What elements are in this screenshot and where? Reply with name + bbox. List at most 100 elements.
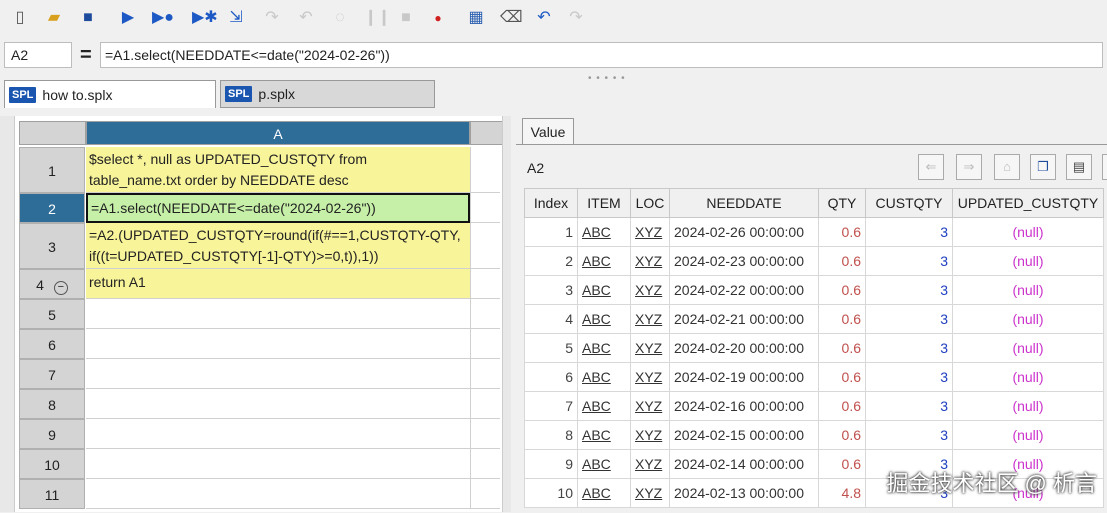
row-header[interactable]: 1	[19, 147, 85, 193]
row-header[interactable]: 6	[19, 329, 85, 359]
row-header[interactable]: 10	[19, 449, 85, 479]
table-cell[interactable]: 3	[865, 391, 953, 421]
table-cell[interactable]: 0.6	[818, 420, 866, 450]
grid-cell[interactable]	[470, 389, 500, 419]
table-cell[interactable]: 0.6	[818, 275, 866, 305]
table-cell[interactable]: XYZ	[630, 420, 670, 450]
calculator-icon[interactable]: ▦	[466, 8, 486, 28]
table-cell[interactable]: 3	[865, 275, 953, 305]
table-cell[interactable]: (null)	[952, 246, 1104, 276]
table-cell[interactable]: XYZ	[630, 217, 670, 247]
run-icon[interactable]: ▶	[118, 8, 138, 28]
table-cell[interactable]: 2024-02-15 00:00:00	[669, 420, 819, 450]
row-header[interactable]: 4 −	[19, 269, 85, 299]
table-row[interactable]: 4 ABC XYZ 2024-02-21 00:00:00 0.6 3 (null)	[524, 304, 1104, 334]
table-cell[interactable]: 2024-02-14 00:00:00	[669, 449, 819, 479]
row-header[interactable]: 11	[19, 479, 85, 509]
table-cell[interactable]: 2024-02-20 00:00:00	[669, 333, 819, 363]
run-to-cursor-icon[interactable]: ▶●	[152, 8, 174, 28]
grid-cell[interactable]	[470, 223, 500, 269]
grid-cell[interactable]	[470, 269, 500, 299]
table-cell[interactable]: 0.6	[818, 304, 866, 334]
table-cell[interactable]: 0.6	[818, 246, 866, 276]
tab-value[interactable]: Value	[522, 118, 574, 144]
grid-cell[interactable]	[470, 449, 500, 479]
table-cell[interactable]: ABC	[577, 420, 631, 450]
table-row[interactable]: 8 ABC XYZ 2024-02-15 00:00:00 0.6 3 (null)	[524, 420, 1104, 450]
table-cell[interactable]: ABC	[577, 275, 631, 305]
table-row[interactable]: 3 ABC XYZ 2024-02-22 00:00:00 0.6 3 (null)	[524, 275, 1104, 305]
tab-how-to[interactable]: SPL how to.splx	[4, 80, 216, 108]
row-header[interactable]: 8	[19, 389, 85, 419]
row-header[interactable]: 5	[19, 299, 85, 329]
column-header[interactable]: NEEDDATE	[669, 188, 819, 218]
table-cell[interactable]: XYZ	[630, 362, 670, 392]
grid-cell[interactable]	[86, 479, 470, 509]
table-cell[interactable]: 1	[524, 217, 578, 247]
row-header[interactable]: 2	[19, 193, 85, 223]
debug-icon[interactable]: ▶✱	[192, 8, 218, 28]
table-cell[interactable]: 2024-02-16 00:00:00	[669, 391, 819, 421]
grid-cell[interactable]	[470, 329, 500, 359]
grid-cell[interactable]	[470, 299, 500, 329]
open-folder-icon[interactable]: ▰	[44, 8, 64, 28]
table-cell[interactable]: (null)	[952, 420, 1104, 450]
table-cell[interactable]: (null)	[952, 391, 1104, 421]
grid-cell[interactable]	[470, 147, 500, 193]
table-cell[interactable]: (null)	[952, 362, 1104, 392]
grid-cell[interactable]	[86, 419, 470, 449]
table-cell[interactable]: ABC	[577, 304, 631, 334]
grid-cell[interactable]	[470, 419, 500, 449]
table-cell[interactable]: XYZ	[630, 275, 670, 305]
row-header[interactable]: 9	[19, 419, 85, 449]
grid-cell[interactable]: return A1	[86, 269, 470, 299]
table-cell[interactable]: 3	[865, 217, 953, 247]
new-file-icon[interactable]: ▯	[10, 8, 30, 28]
table-cell[interactable]: (null)	[952, 217, 1104, 247]
table-cell[interactable]: (null)	[952, 304, 1104, 334]
table-cell[interactable]: XYZ	[630, 449, 670, 479]
column-header-a[interactable]: A	[86, 121, 470, 145]
table-cell[interactable]: XYZ	[630, 246, 670, 276]
table-view-icon[interactable]: ▤	[1066, 154, 1092, 180]
formula-input[interactable]: =A1.select(NEEDDATE<=date("2024-02-26"))	[100, 42, 1103, 68]
column-header[interactable]: Index	[524, 188, 578, 218]
table-cell[interactable]: 2024-02-26 00:00:00	[669, 217, 819, 247]
table-cell[interactable]: 3	[865, 362, 953, 392]
table-cell[interactable]: 3	[865, 420, 953, 450]
table-cell[interactable]: ABC	[577, 449, 631, 479]
grid-cell[interactable]: $select *, null as UPDATED_CUSTQTY from …	[86, 147, 470, 193]
table-cell[interactable]: XYZ	[630, 391, 670, 421]
table-cell[interactable]: XYZ	[630, 304, 670, 334]
collapse-icon[interactable]: −	[53, 281, 68, 295]
corner-header[interactable]	[19, 121, 86, 145]
table-cell[interactable]: 2024-02-13 00:00:00	[669, 478, 819, 508]
column-header[interactable]: UPDATED_CUSTQTY	[952, 188, 1104, 218]
table-cell[interactable]: 10	[524, 478, 578, 508]
table-cell[interactable]: ABC	[577, 478, 631, 508]
grid-cell[interactable]	[470, 359, 500, 389]
column-header[interactable]: ITEM	[577, 188, 631, 218]
breakpoint-icon[interactable]: ●	[428, 8, 448, 28]
table-cell[interactable]: XYZ	[630, 333, 670, 363]
table-row[interactable]: 7 ABC XYZ 2024-02-16 00:00:00 0.6 3 (null)	[524, 391, 1104, 421]
row-header[interactable]: 7	[19, 359, 85, 389]
grid-cell[interactable]	[470, 193, 500, 223]
table-cell[interactable]: 3	[865, 304, 953, 334]
copy-icon[interactable]: ❐	[1030, 154, 1056, 180]
table-cell[interactable]: 3	[524, 275, 578, 305]
table-cell[interactable]: 5	[524, 333, 578, 363]
column-header-b[interactable]	[470, 121, 506, 145]
clear-icon[interactable]: ⌫	[500, 8, 523, 28]
table-cell[interactable]: 6	[524, 362, 578, 392]
table-cell[interactable]: 2024-02-21 00:00:00	[669, 304, 819, 334]
table-cell[interactable]: 0.6	[818, 391, 866, 421]
grid-cell[interactable]	[86, 359, 470, 389]
grid-cell[interactable]	[86, 329, 470, 359]
table-cell[interactable]: 4	[524, 304, 578, 334]
more-icon[interactable]	[1102, 154, 1107, 180]
table-cell[interactable]: 7	[524, 391, 578, 421]
undo-icon[interactable]: ↶	[534, 8, 554, 28]
table-cell[interactable]: 9	[524, 449, 578, 479]
table-cell[interactable]: ABC	[577, 246, 631, 276]
